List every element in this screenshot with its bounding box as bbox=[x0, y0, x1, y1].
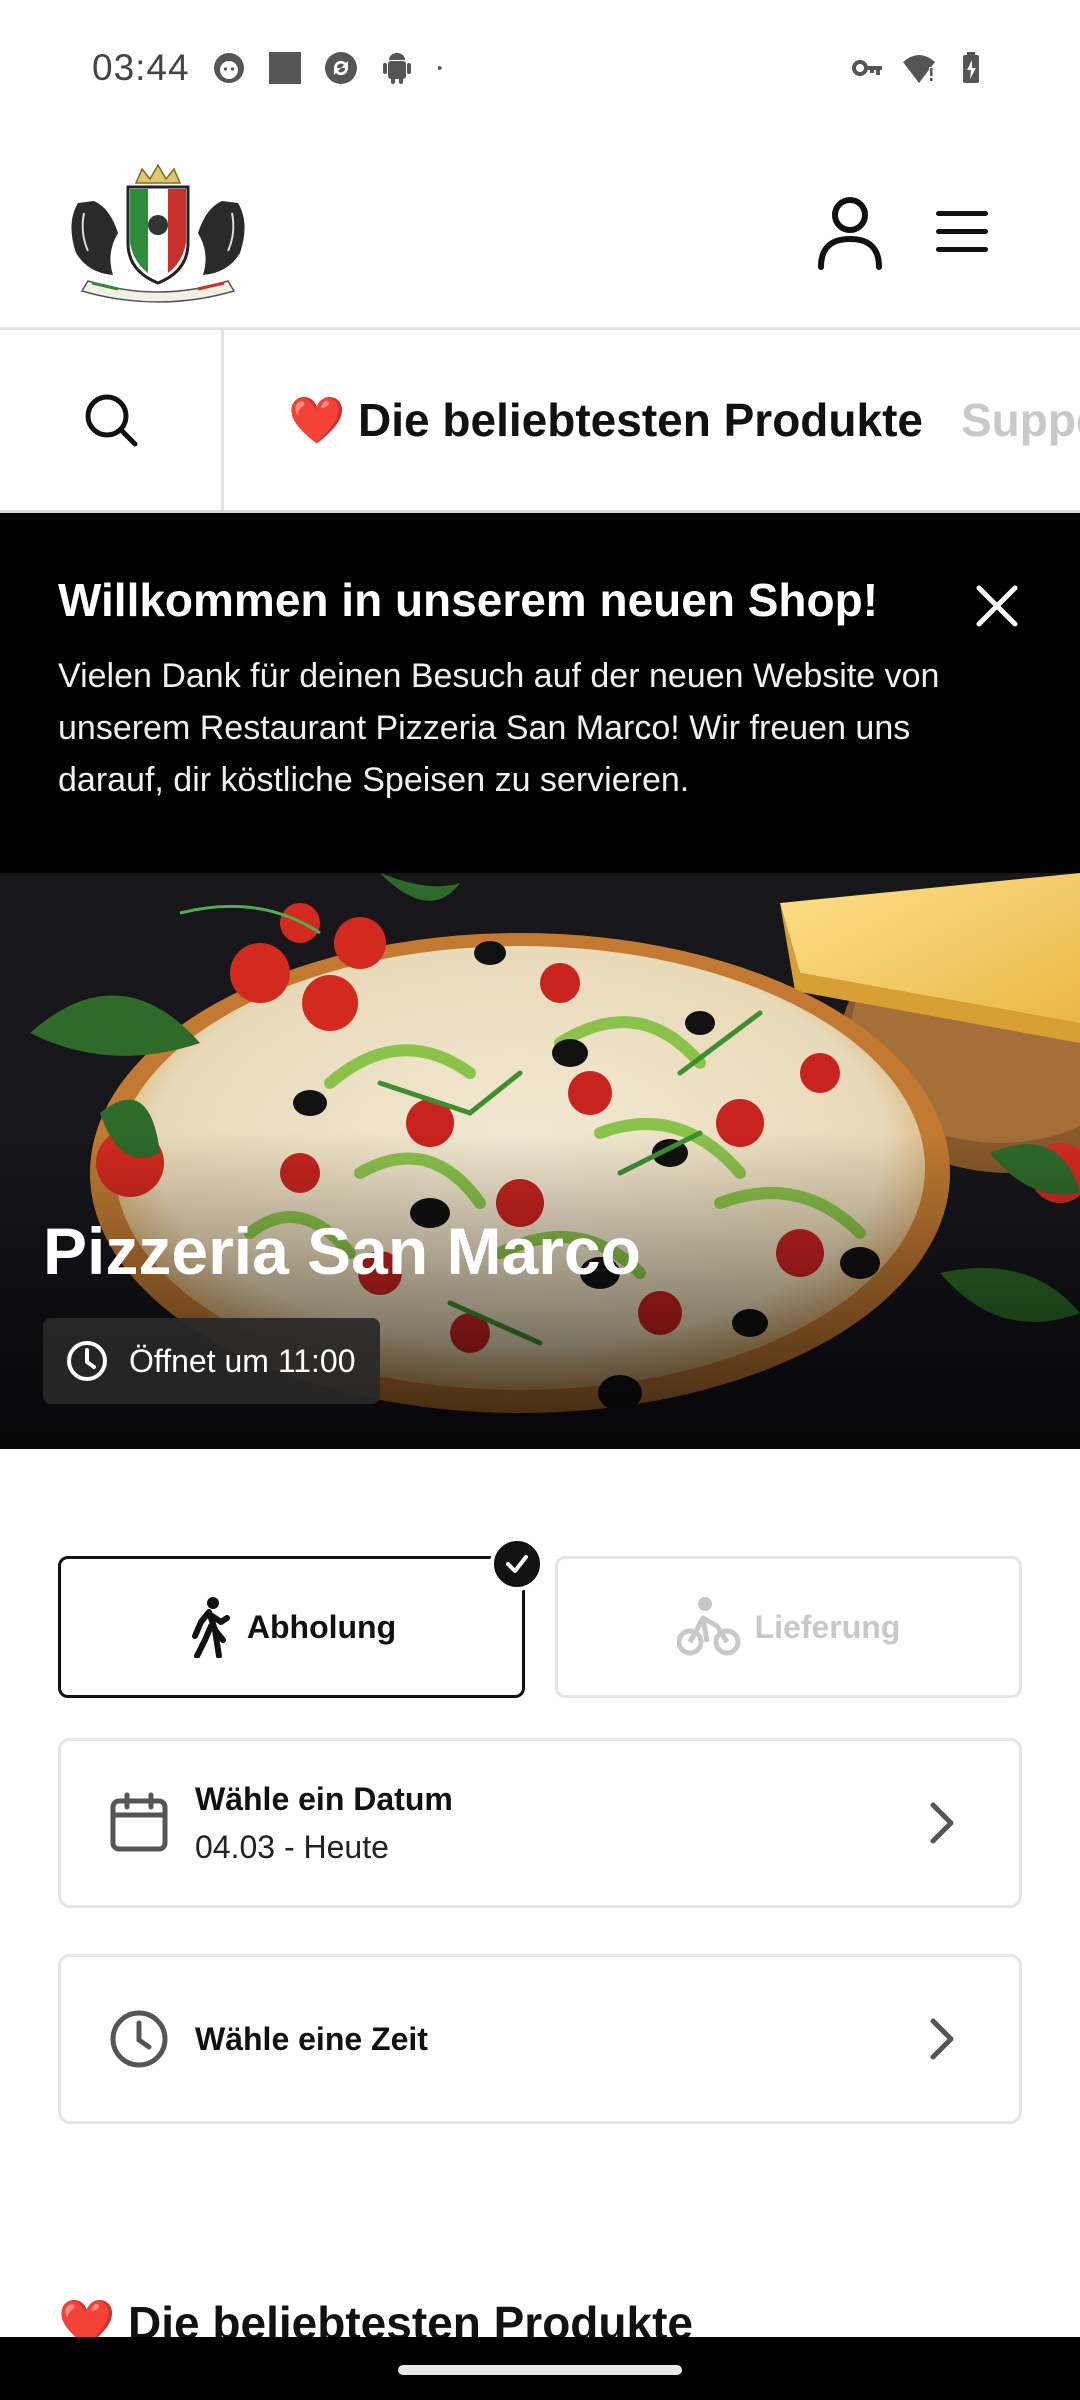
date-selector-value: 04.03 - Heute bbox=[195, 1829, 389, 1865]
category-search-button[interactable] bbox=[0, 330, 224, 510]
face-icon bbox=[213, 52, 244, 83]
wifi-icon bbox=[903, 54, 935, 83]
dot-icon bbox=[437, 65, 442, 70]
category-tabs: ❤️ Die beliebtesten Produkte Suppen bbox=[288, 330, 1080, 510]
time-selector[interactable]: Wähle eine Zeit bbox=[58, 1954, 1022, 2124]
pickup-option-button[interactable]: Abholung bbox=[58, 1556, 525, 1698]
bicycle-icon bbox=[676, 1597, 741, 1656]
pickup-label: Abholung bbox=[246, 1608, 397, 1645]
chevron-right-icon bbox=[930, 2018, 954, 2060]
opening-hours-text: Öffnet um 11:00 bbox=[129, 1342, 356, 1379]
hamburger-menu-icon[interactable] bbox=[932, 201, 992, 261]
battery-icon bbox=[963, 51, 979, 83]
welcome-text: Vielen Dank für deinen Besuch auf der ne… bbox=[58, 657, 940, 800]
selected-check-icon bbox=[490, 1537, 544, 1591]
tab-popular-products[interactable]: ❤️ Die beliebtesten Produkte bbox=[288, 393, 923, 448]
home-gesture-handle[interactable] bbox=[398, 2365, 682, 2375]
time-selector-title: Wähle eine Zeit bbox=[195, 2021, 428, 2057]
delivery-option-button[interactable]: Lieferung bbox=[555, 1556, 1022, 1698]
delivery-label: Lieferung bbox=[754, 1608, 901, 1645]
system-navigation-bar bbox=[0, 2337, 1080, 2400]
status-time: 03:44 bbox=[92, 46, 190, 88]
clock-icon bbox=[67, 1341, 107, 1381]
clock-icon bbox=[110, 2010, 168, 2068]
status-system-icons bbox=[850, 51, 988, 85]
square-icon bbox=[268, 51, 301, 84]
site-header bbox=[0, 135, 1080, 330]
sync-icon bbox=[324, 51, 357, 84]
tab-soups[interactable]: Suppen bbox=[961, 393, 1080, 447]
hero-banner: Pizzeria San Marco Öffnet um 11:00 bbox=[0, 873, 1080, 1449]
restaurant-name: Pizzeria San Marco bbox=[43, 1214, 641, 1288]
date-selector-title: Wähle ein Datum bbox=[195, 1781, 453, 1817]
date-selector[interactable]: Wähle ein Datum 04.03 - Heute bbox=[58, 1738, 1022, 1908]
category-bar: ❤️ Die beliebtesten Produkte Suppen bbox=[0, 330, 1080, 513]
welcome-title: Willkommen in unserem neuen Shop! bbox=[58, 574, 879, 626]
status-notification-icons bbox=[212, 51, 452, 85]
restaurant-logo[interactable] bbox=[58, 163, 258, 303]
opening-hours-badge: Öffnet um 11:00 bbox=[43, 1318, 380, 1404]
walking-icon bbox=[191, 1597, 230, 1658]
android-icon bbox=[382, 52, 411, 84]
close-icon[interactable] bbox=[969, 578, 1025, 634]
search-icon bbox=[85, 394, 137, 447]
key-icon bbox=[852, 59, 882, 76]
welcome-banner: Willkommen in unserem neuen Shop! Vielen… bbox=[0, 513, 1080, 873]
status-bar: 03:44 bbox=[0, 0, 1080, 135]
account-icon[interactable] bbox=[815, 195, 885, 270]
calendar-icon bbox=[110, 1792, 168, 1852]
chevron-right-icon bbox=[930, 1802, 954, 1844]
